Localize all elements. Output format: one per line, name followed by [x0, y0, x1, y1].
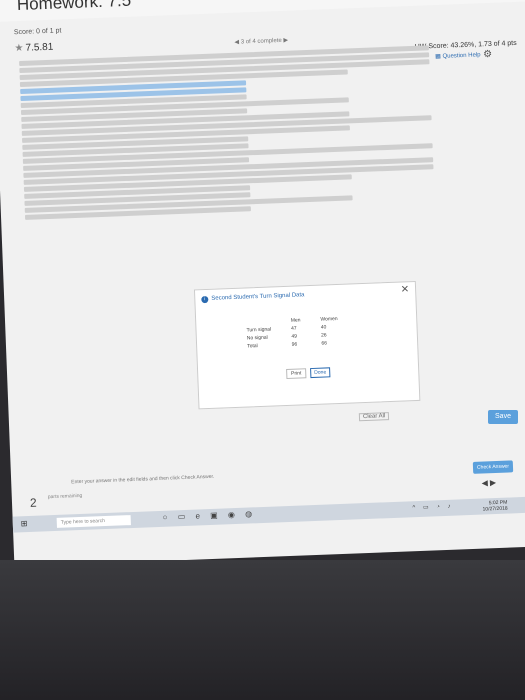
parts-remaining-label: parts remaining	[47, 492, 83, 501]
answer-hint: Enter your answer in the edit fields and…	[71, 473, 215, 486]
gear-icon[interactable]: ⚙	[483, 49, 492, 60]
question-number: ★ 7.5.81	[14, 42, 53, 54]
save-button[interactable]: Save	[488, 410, 518, 424]
star-icon: ★	[14, 42, 24, 55]
done-button[interactable]: Done	[310, 367, 331, 379]
top-bar: Homework: 7.5	[0, 0, 525, 22]
parts-remaining-count: 2	[29, 495, 37, 510]
hw-score: HW Score: 43.26%, 1.73 of 4 pts	[414, 39, 517, 51]
question-text-blurred	[19, 43, 435, 222]
taskbar-search[interactable]: Type here to search	[56, 515, 131, 528]
signal-table: Men Women Turn signal 47 40 No signal 49 26 …	[236, 315, 349, 351]
system-tray[interactable]: ^ ▭ ◔ ♪	[412, 503, 453, 512]
info-icon: i	[201, 295, 209, 304]
table-cell: 96	[291, 341, 298, 348]
page-title: Homework: 7.5	[16, 0, 132, 15]
check-answer-button[interactable]: Check Answer	[472, 460, 514, 474]
table-cell: 66	[321, 340, 328, 347]
clear-all-button[interactable]: Clear All	[358, 412, 390, 422]
data-panel: i Second Student's Turn Signal Data ✕ Me…	[193, 280, 421, 410]
table-cell: Total	[247, 343, 258, 350]
close-icon[interactable]: ✕	[401, 284, 410, 295]
question-help-link[interactable]: ▦ Question Help	[435, 51, 481, 60]
question-nav-arrows[interactable]: ◀ ▶	[481, 478, 496, 488]
question-number-text: 7.5.81	[25, 41, 54, 54]
clock-date: 10/27/2018	[482, 505, 508, 513]
taskbar-apps[interactable]: ○ ▭ e ▣ ◉ ◍	[163, 509, 257, 522]
panel-title: Second Student's Turn Signal Data	[211, 292, 305, 302]
windows-icon[interactable]: ⊞	[21, 519, 28, 528]
clock: 5:02 PM 10/27/2018	[482, 500, 507, 513]
laptop-screen: Homework: 7.5 Score: 0 of 1 pt ★ 7.5.81 ◀…	[0, 0, 525, 567]
progress-indicator[interactable]: ◀ 3 of 4 complete ▶	[234, 37, 288, 46]
print-button[interactable]: Print	[286, 368, 307, 379]
taskbar: ⊞ Type here to search ○ ▭ e ▣ ◉ ◍ ^ ▭ ◔ …	[12, 495, 525, 533]
photo: Homework: 7.5 Score: 0 of 1 pt ★ 7.5.81 ◀…	[0, 0, 525, 700]
desk-background	[0, 560, 525, 700]
progress-text: 3 of 4 complete	[240, 37, 282, 46]
score-line: Score: 0 of 1 pt	[13, 27, 62, 37]
question-help-text: Question Help	[442, 52, 481, 60]
